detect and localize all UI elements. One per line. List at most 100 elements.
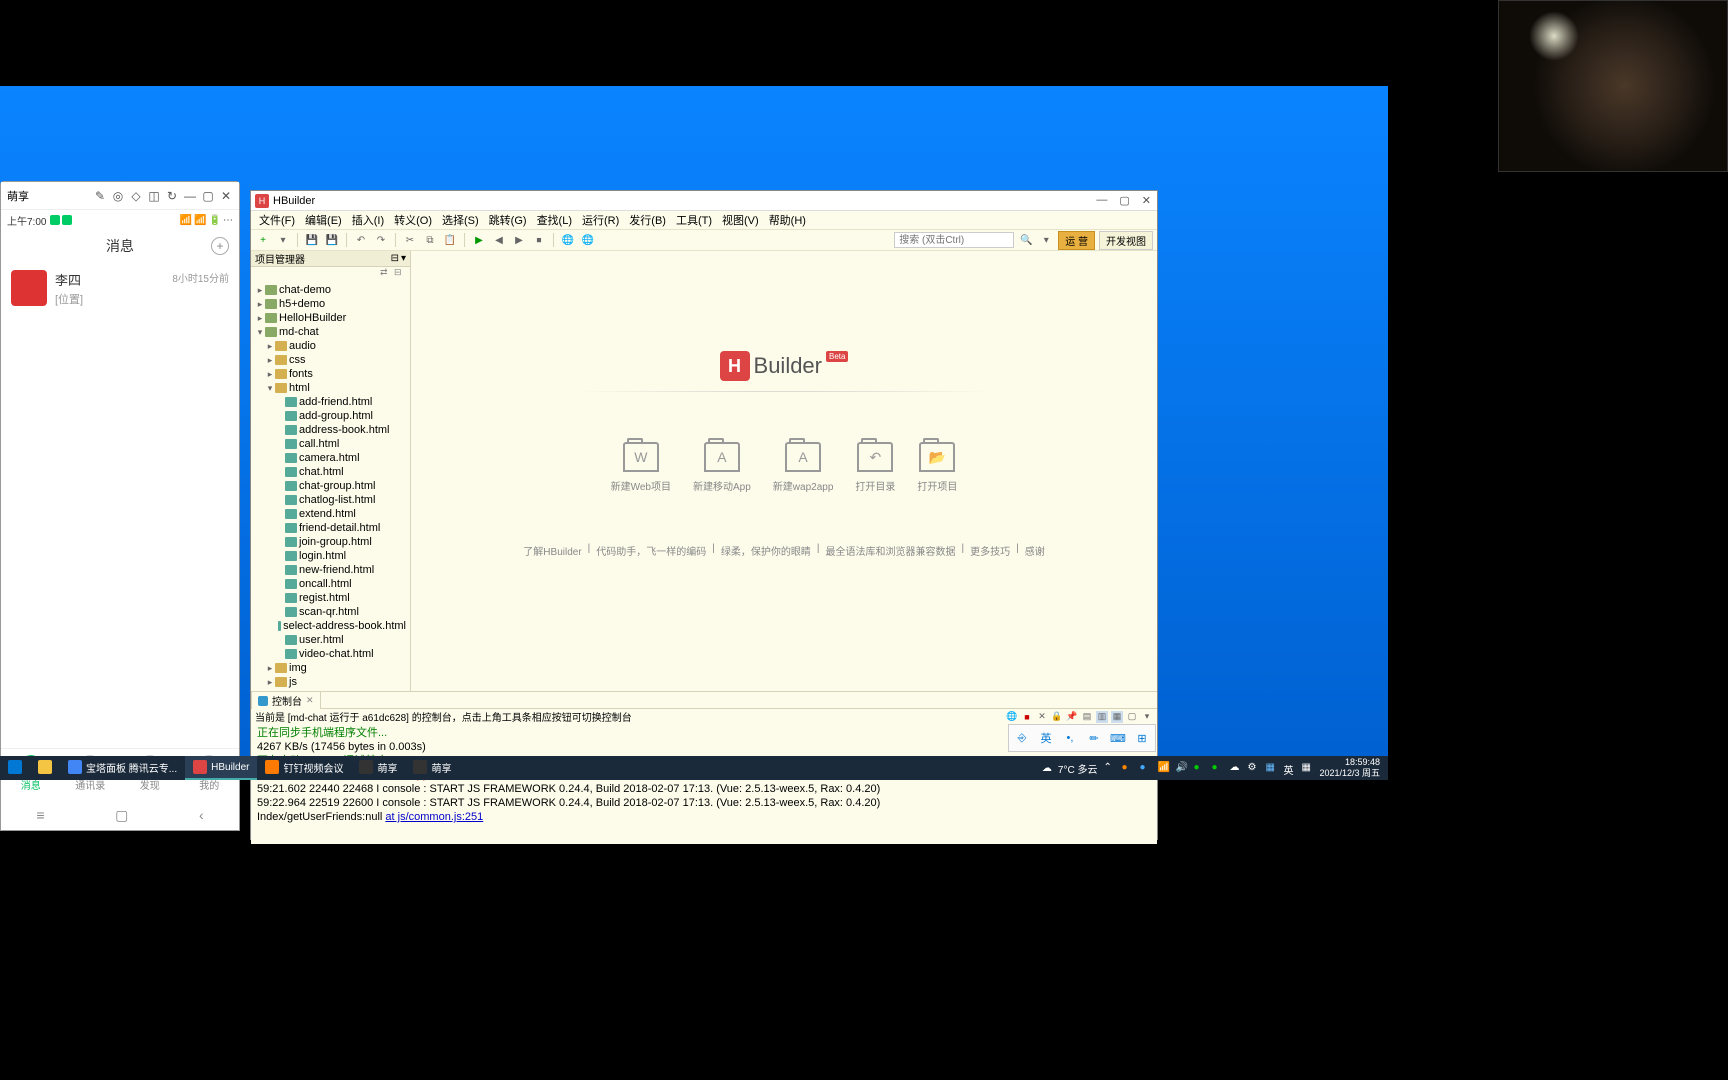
stop-icon[interactable]: ⏹	[531, 232, 547, 248]
tree-item[interactable]: scan-qr.html	[251, 605, 410, 619]
saveall-icon[interactable]: 💾	[324, 232, 340, 248]
run-button[interactable]: 运 营	[1058, 231, 1095, 250]
menu-item[interactable]: 视图(V)	[718, 211, 763, 229]
close-tab-icon[interactable]: ✕	[306, 695, 314, 706]
redo-icon[interactable]: ↷	[373, 232, 389, 248]
menu-item[interactable]: 发行(B)	[625, 211, 670, 229]
taskbar-item[interactable]: 宝塔面板 腾讯云专...	[60, 756, 185, 780]
tray-icon[interactable]: ▦	[1265, 762, 1277, 774]
tree-item[interactable]: chat.html	[251, 465, 410, 479]
edit-icon[interactable]: ✎	[93, 189, 107, 203]
menu-item[interactable]: 插入(I)	[348, 211, 388, 229]
menu-item[interactable]: 帮助(H)	[765, 211, 810, 229]
nav-home-icon[interactable]: ▢	[115, 807, 128, 824]
sidebar-menu-icon[interactable]: ▾	[401, 253, 406, 264]
tree-item[interactable]: camera.html	[251, 451, 410, 465]
tree-item[interactable]: ▸h5+demo	[251, 297, 410, 311]
target-icon[interactable]: ◎	[111, 189, 125, 203]
ime-button[interactable]: ✏	[1083, 727, 1105, 749]
taskbar-item[interactable]: HBuilder	[185, 756, 257, 780]
win-maximize-icon[interactable]: ▢	[1117, 194, 1131, 207]
tree-item[interactable]: friend-detail.html	[251, 521, 410, 535]
console-menu-icon[interactable]: ▾	[1141, 711, 1153, 723]
tray-icon[interactable]: ☁	[1229, 762, 1241, 774]
console-tab[interactable]: 控制台 ✕	[251, 691, 321, 709]
tree-item[interactable]: add-friend.html	[251, 395, 410, 409]
console-pin-icon[interactable]: 📌	[1066, 711, 1078, 723]
console-max-icon[interactable]: ▢	[1126, 711, 1138, 723]
ime-button[interactable]: 英	[1035, 727, 1057, 749]
taskbar-item[interactable]	[0, 756, 30, 780]
tree-item[interactable]: ▸audio	[251, 339, 410, 353]
welcome-link[interactable]: 感谢	[1025, 543, 1045, 558]
ime-button[interactable]: •,	[1059, 727, 1081, 749]
menu-item[interactable]: 查找(L)	[533, 211, 576, 229]
tree-item[interactable]: ▸js	[251, 675, 410, 689]
menu-item[interactable]: 选择(S)	[438, 211, 483, 229]
menu-item[interactable]: 运行(R)	[578, 211, 623, 229]
cut-icon[interactable]: ✂	[402, 232, 418, 248]
tree-item[interactable]: ▾md-chat	[251, 325, 410, 339]
menu-item[interactable]: 编辑(E)	[301, 211, 346, 229]
nav-back-icon[interactable]: ‹	[199, 807, 204, 823]
play-icon[interactable]: ▶	[471, 232, 487, 248]
tree-item[interactable]: chat-group.html	[251, 479, 410, 493]
tree-item[interactable]: new-friend.html	[251, 563, 410, 577]
menu-item[interactable]: 文件(F)	[255, 211, 299, 229]
taskbar-item[interactable]: 钉钉视频会议	[257, 756, 351, 780]
back-icon[interactable]: ◀	[491, 232, 507, 248]
maximize-icon[interactable]: ▢	[201, 189, 215, 203]
console-view3-icon[interactable]: ▦	[1111, 711, 1123, 723]
weather-icon[interactable]: ☁	[1042, 763, 1052, 774]
tree-item[interactable]: ▸chat-demo	[251, 283, 410, 297]
tree-item[interactable]: address-book.html	[251, 423, 410, 437]
welcome-action[interactable]: W新建Web项目	[611, 442, 671, 493]
clock[interactable]: 18:59:48 2021/12/3 周五	[1319, 757, 1380, 779]
save-icon[interactable]: 💾	[304, 232, 320, 248]
welcome-link[interactable]: 了解HBuilder	[523, 543, 581, 558]
tray-icon[interactable]: 📶	[1157, 762, 1169, 774]
tree-item[interactable]: call.html	[251, 437, 410, 451]
tray-icon[interactable]: ●	[1121, 762, 1133, 774]
tray-icon[interactable]: ●	[1193, 762, 1205, 774]
console-view1-icon[interactable]: ▤	[1081, 711, 1093, 723]
tray-icon[interactable]: ⌃	[1103, 762, 1115, 774]
paste-icon[interactable]: 📋	[442, 232, 458, 248]
console-stop-icon[interactable]: ■	[1021, 711, 1033, 723]
tree-item[interactable]: login.html	[251, 549, 410, 563]
welcome-action[interactable]: ↶打开目录	[855, 442, 895, 493]
tree-item[interactable]: chatlog-list.html	[251, 493, 410, 507]
tray-icon[interactable]: ●	[1211, 762, 1223, 774]
console-link[interactable]: at js/common.js:251	[385, 811, 483, 823]
ruler-icon[interactable]: ◫	[147, 189, 161, 203]
project-tree[interactable]: ▸chat-demo▸h5+demo▸HelloHBuilder▾md-chat…	[251, 281, 410, 691]
collapse-icon[interactable]: ⊟	[394, 267, 406, 279]
new-icon[interactable]: +	[255, 232, 271, 248]
forward-icon[interactable]: ▶	[511, 232, 527, 248]
tray-icon[interactable]: ⚙	[1247, 762, 1259, 774]
tree-item[interactable]: ▸css	[251, 353, 410, 367]
ime-button[interactable]: ⎆	[1011, 727, 1033, 749]
welcome-link[interactable]: 最全语法库和浏览器兼容数据	[825, 543, 955, 558]
taskbar-item[interactable]: 萌享	[351, 756, 405, 780]
tray-icon[interactable]: 🔊	[1175, 762, 1187, 774]
welcome-action[interactable]: 📂打开项目	[917, 442, 957, 493]
welcome-link[interactable]: 绿柔，保护你的眼睛	[721, 543, 811, 558]
sidebar-min-icon[interactable]: ⊟	[391, 253, 399, 264]
welcome-link[interactable]: 更多技巧	[970, 543, 1010, 558]
globe-icon[interactable]: 🌐	[580, 232, 596, 248]
refresh-icon[interactable]: ↻	[165, 189, 179, 203]
tree-item[interactable]: ▸img	[251, 661, 410, 675]
console-clear-icon[interactable]: ✕	[1036, 711, 1048, 723]
tree-item[interactable]: extend.html	[251, 507, 410, 521]
ime-button[interactable]: ⌨	[1107, 727, 1129, 749]
minimize-icon[interactable]: —	[183, 189, 197, 203]
tree-item[interactable]: join-group.html	[251, 535, 410, 549]
search-dropdown-icon[interactable]: ▾	[1038, 232, 1054, 248]
close-icon[interactable]: ✕	[219, 189, 233, 203]
menu-item[interactable]: 转义(O)	[390, 211, 436, 229]
console-lock-icon[interactable]: 🔒	[1051, 711, 1063, 723]
menu-item[interactable]: 跳转(G)	[485, 211, 531, 229]
browser-icon[interactable]: 🌐	[560, 232, 576, 248]
win-close-icon[interactable]: ✕	[1140, 194, 1153, 207]
